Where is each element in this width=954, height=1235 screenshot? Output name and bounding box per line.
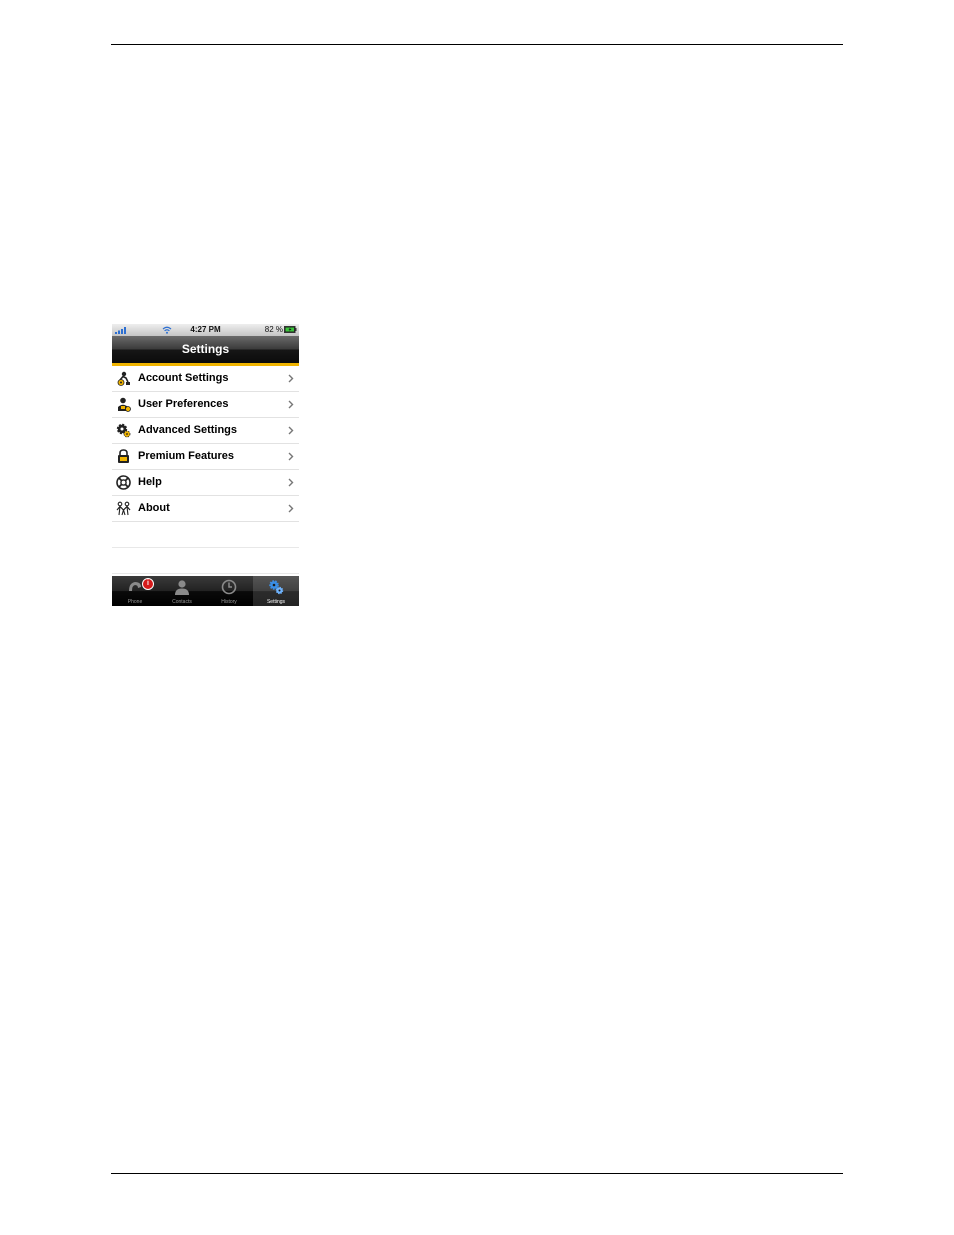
navigation-bar: Settings bbox=[112, 336, 299, 366]
contacts-icon bbox=[175, 580, 189, 595]
account-settings-icon bbox=[117, 371, 130, 386]
phone-screenshot: 4:27 PM 82 % Settings Account Settings U… bbox=[112, 324, 299, 606]
gear-icon bbox=[116, 423, 131, 438]
tab-label: Phone bbox=[127, 599, 143, 605]
settings-gears-icon bbox=[269, 580, 284, 595]
tab-label: Settings bbox=[266, 599, 286, 605]
menu-item-label: User Preferences bbox=[138, 398, 229, 410]
empty-row bbox=[112, 522, 299, 548]
chevron-right-icon bbox=[288, 504, 294, 513]
chevron-right-icon bbox=[288, 374, 294, 383]
tab-settings[interactable]: Settings bbox=[253, 576, 299, 606]
user-preferences-icon bbox=[118, 397, 131, 412]
menu-item-label: Premium Features bbox=[138, 450, 234, 462]
tab-phone[interactable]: i Phone bbox=[112, 576, 158, 606]
chevron-right-icon bbox=[288, 400, 294, 409]
help-icon bbox=[116, 475, 131, 490]
battery-percent: 82 % bbox=[264, 325, 283, 334]
menu-item-label: Help bbox=[138, 476, 162, 488]
tab-history[interactable]: History bbox=[206, 576, 252, 606]
clock-icon bbox=[221, 579, 237, 595]
tab-label: Contacts bbox=[172, 599, 192, 605]
tab-label: History bbox=[221, 599, 237, 605]
status-bar: 4:27 PM 82 % bbox=[112, 324, 299, 336]
footer-rule bbox=[111, 1173, 843, 1174]
chevron-right-icon bbox=[288, 452, 294, 461]
chevron-right-icon bbox=[288, 426, 294, 435]
chevron-right-icon bbox=[288, 478, 294, 487]
tab-contacts[interactable]: Contacts bbox=[159, 576, 205, 606]
battery-icon bbox=[284, 326, 297, 333]
menu-item-premium-features[interactable]: Premium Features bbox=[112, 444, 299, 470]
tab-bar: i Phone Contacts History Settings bbox=[112, 576, 299, 606]
empty-row bbox=[112, 548, 299, 574]
menu-item-user-preferences[interactable]: User Preferences bbox=[112, 392, 299, 418]
menu-item-advanced-settings[interactable]: Advanced Settings bbox=[112, 418, 299, 444]
about-icon bbox=[116, 501, 131, 516]
phone-icon bbox=[129, 582, 141, 591]
menu-item-label: Advanced Settings bbox=[138, 424, 238, 436]
notification-badge: i bbox=[142, 578, 154, 590]
settings-list: Account Settings User Preferences Advanc… bbox=[112, 366, 299, 522]
menu-item-about[interactable]: About bbox=[112, 496, 299, 522]
menu-item-account-settings[interactable]: Account Settings bbox=[112, 366, 299, 392]
menu-item-help[interactable]: Help bbox=[112, 470, 299, 496]
header-rule bbox=[111, 44, 843, 45]
menu-item-label: About bbox=[138, 502, 170, 514]
lock-icon bbox=[118, 449, 129, 463]
page-title: Settings bbox=[181, 342, 230, 356]
menu-item-label: Account Settings bbox=[138, 372, 229, 384]
